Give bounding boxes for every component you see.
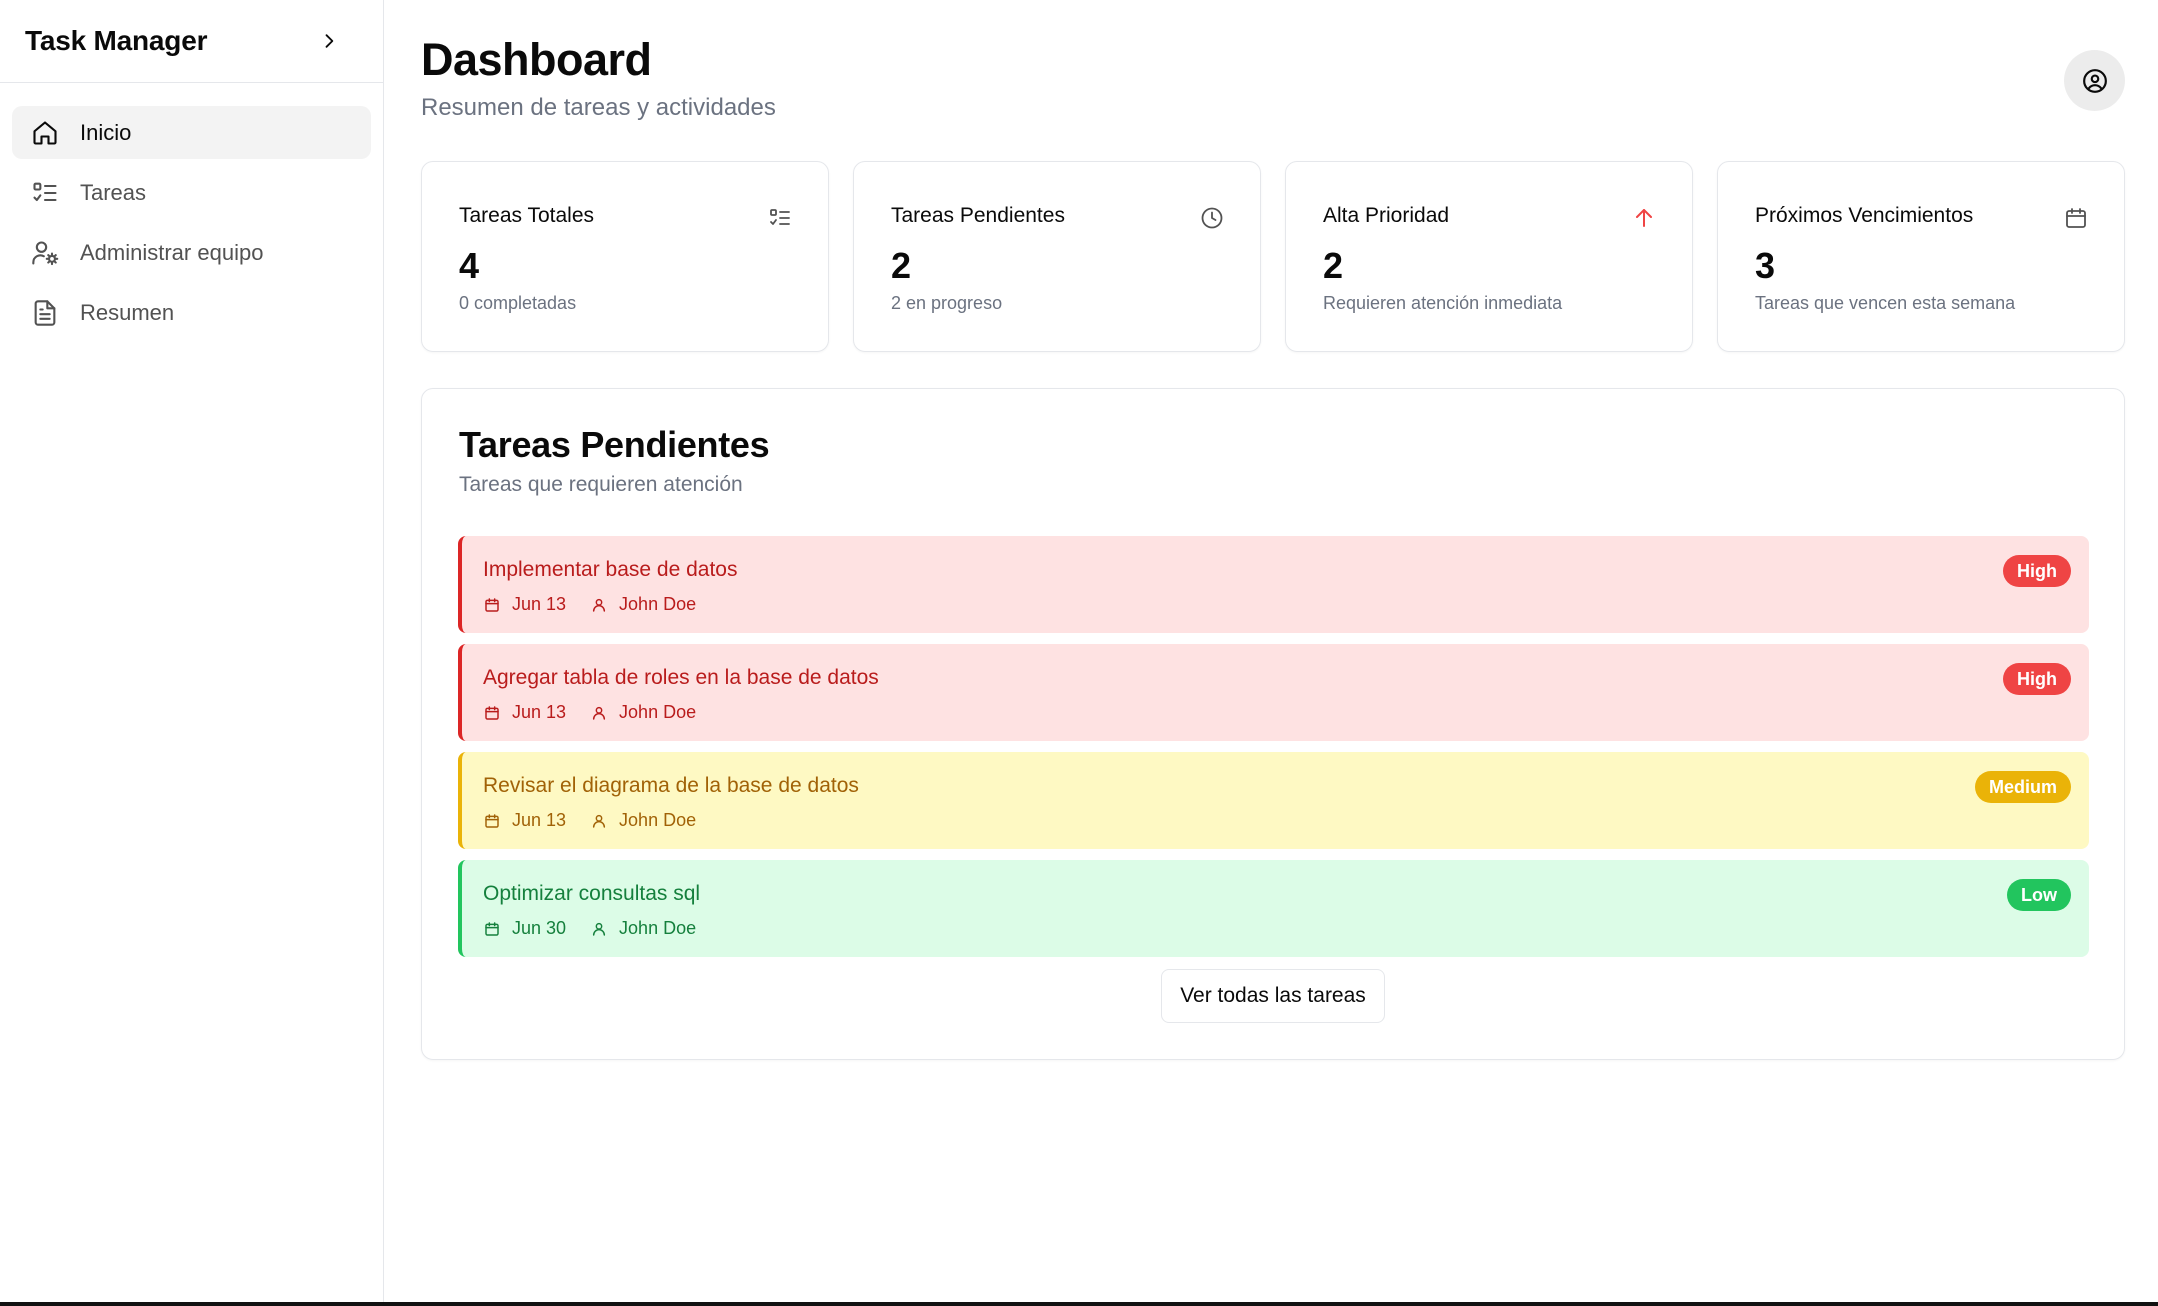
priority-badge: Medium: [1974, 771, 2071, 803]
stat-note: Requieren atención inmediata: [1323, 293, 1563, 313]
main-content: Dashboard Resumen de tareas y actividade…: [385, 0, 2158, 1302]
document-icon: [30, 298, 60, 328]
sidebar-item-tareas[interactable]: Tareas: [12, 166, 371, 219]
stat-note: 2 en progreso: [891, 293, 1003, 313]
bottom-divider: [0, 1302, 2158, 1306]
user-icon: [590, 812, 608, 830]
stat-value: 2: [1323, 245, 1344, 286]
user-menu-button[interactable]: [2064, 50, 2125, 111]
stat-value: 4: [459, 245, 480, 286]
task-assignee: John Doe: [619, 810, 697, 830]
task-meta: Jun 13 John Doe: [483, 594, 696, 615]
stat-card-pending: Tareas Pendientes 2 2 en progreso: [853, 161, 1261, 352]
calendar-icon: [483, 596, 501, 614]
task-title: Implementar base de datos: [483, 558, 738, 581]
view-all-tasks-button[interactable]: Ver todas las tareas: [1161, 969, 1385, 1023]
task-item[interactable]: Implementar base de datos Jun 13 John Do…: [458, 536, 2089, 633]
app-root: Task Manager Inicio Tareas Administrar e…: [0, 0, 2158, 1306]
task-list: Implementar base de datos Jun 13 John Do…: [458, 536, 2089, 968]
calendar-icon: [483, 920, 501, 938]
task-meta: Jun 30 John Doe: [483, 918, 696, 939]
list-check-icon: [30, 178, 60, 208]
arrow-up-icon: [1630, 204, 1658, 232]
task-assignee: John Doe: [619, 918, 697, 938]
stat-card-total: Tareas Totales 4 0 completadas: [421, 161, 829, 352]
sidebar-toggle-button[interactable]: [315, 27, 343, 55]
priority-badge: Low: [2007, 879, 2071, 911]
task-item[interactable]: Revisar el diagrama de la base de datos …: [458, 752, 2089, 849]
sidebar-nav: Inicio Tareas Administrar equipo Resumen: [0, 83, 383, 339]
task-title: Agregar tabla de roles en la base de dat…: [483, 666, 879, 689]
sidebar-item-inicio[interactable]: Inicio: [12, 106, 371, 159]
task-meta: Jun 13 John Doe: [483, 702, 696, 723]
stat-note: 0 completadas: [459, 293, 577, 313]
stat-title: Tareas Totales: [459, 204, 595, 227]
task-meta: Jun 13 John Doe: [483, 810, 696, 831]
task-title: Revisar el diagrama de la base de datos: [483, 774, 859, 797]
priority-badge: High: [2003, 663, 2071, 695]
page-subtitle: Resumen de tareas y actividades: [421, 94, 776, 121]
stat-note: Tareas que vencen esta semana: [1755, 293, 2016, 313]
list-check-icon: [766, 204, 794, 232]
sidebar-item-resumen[interactable]: Resumen: [12, 286, 371, 339]
stat-value: 3: [1755, 245, 1776, 286]
stats-row: Tareas Totales 4 0 completadas Tareas Pe…: [421, 161, 2125, 352]
pending-tasks-panel: Tareas Pendientes Tareas que requieren a…: [421, 388, 2125, 1060]
clock-icon: [1198, 204, 1226, 232]
task-date: Jun 30: [512, 918, 567, 938]
user-cog-icon: [30, 238, 60, 268]
stat-title: Próximos Vencimientos: [1755, 204, 1974, 227]
sidebar-item-label: Resumen: [80, 299, 175, 325]
task-date: Jun 13: [512, 702, 567, 722]
panel-subtitle: Tareas que requieren atención: [459, 473, 743, 496]
calendar-icon: [483, 812, 501, 830]
stat-card-high-priority: Alta Prioridad 2 Requieren atención inme…: [1285, 161, 1693, 352]
chevron-right-icon: [325, 34, 334, 48]
user-icon: [590, 920, 608, 938]
panel-title: Tareas Pendientes: [459, 424, 770, 465]
task-assignee: John Doe: [619, 594, 697, 614]
stat-value: 2: [891, 245, 912, 286]
stat-card-upcoming: Próximos Vencimientos 3 Tareas que vence…: [1717, 161, 2125, 352]
task-assignee: John Doe: [619, 702, 697, 722]
sidebar: Task Manager Inicio Tareas Administrar e…: [0, 0, 384, 1302]
app-title: Task Manager: [25, 25, 208, 56]
task-date: Jun 13: [512, 810, 567, 830]
calendar-icon: [483, 704, 501, 722]
task-item[interactable]: Agregar tabla de roles en la base de dat…: [458, 644, 2089, 741]
calendar-icon: [2062, 204, 2090, 232]
task-date: Jun 13: [512, 594, 567, 614]
user-icon: [590, 704, 608, 722]
task-title: Optimizar consultas sql: [483, 882, 701, 905]
sidebar-item-label: Tareas: [80, 179, 147, 205]
user-circle-icon: [2082, 68, 2107, 93]
sidebar-item-administrar-equipo[interactable]: Administrar equipo: [12, 226, 371, 279]
sidebar-item-label: Administrar equipo: [80, 239, 264, 265]
sidebar-header: Task Manager: [0, 0, 383, 83]
user-icon: [590, 596, 608, 614]
page-title: Dashboard: [421, 34, 652, 85]
sidebar-item-label: Inicio: [80, 119, 132, 145]
stat-title: Tareas Pendientes: [891, 204, 1065, 227]
stat-title: Alta Prioridad: [1323, 204, 1450, 227]
home-icon: [30, 118, 60, 148]
priority-badge: High: [2003, 555, 2071, 587]
task-item[interactable]: Optimizar consultas sql Jun 30 John Doe …: [458, 860, 2089, 957]
